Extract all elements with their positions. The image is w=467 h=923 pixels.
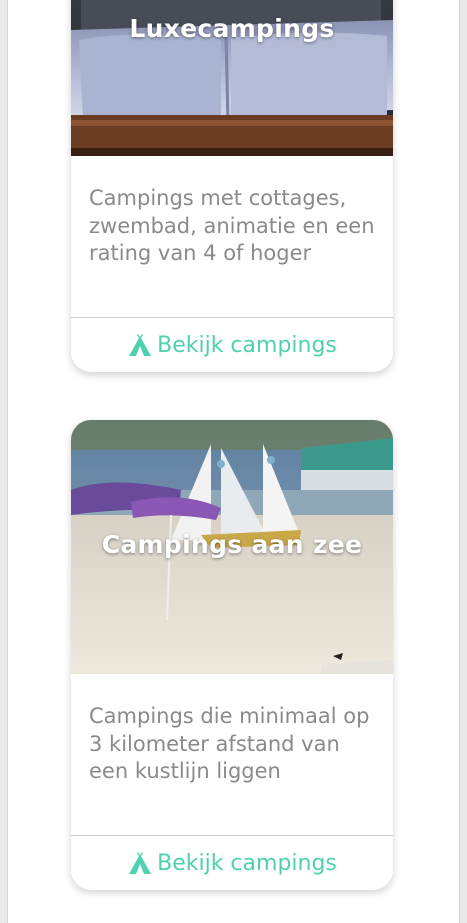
view-campings-button[interactable]: Bekijk campings — [71, 317, 393, 372]
card-image-luxury-bed[interactable]: Luxecampings — [71, 0, 393, 156]
card-description: Campings die minimaal op 3 kilometer afs… — [89, 704, 370, 783]
tent-icon — [129, 334, 152, 356]
card-image-beach[interactable]: Campings aan zee — [71, 420, 393, 674]
view-campings-label: Bekijk campings — [157, 850, 337, 876]
card-luxecampings[interactable]: Luxecampings Campings met cottages, zwem… — [71, 0, 393, 372]
card-title: Luxecampings — [129, 14, 335, 43]
view-campings-label: Bekijk campings — [157, 332, 337, 358]
card-campings-aan-zee[interactable]: Campings aan zee Campings die minimaal o… — [71, 420, 393, 890]
card-title: Campings aan zee — [101, 530, 363, 559]
tent-icon — [129, 852, 152, 874]
card-description: Campings met cottages, zwembad, animatie… — [89, 186, 375, 265]
view-campings-button[interactable]: Bekijk campings — [71, 835, 393, 890]
